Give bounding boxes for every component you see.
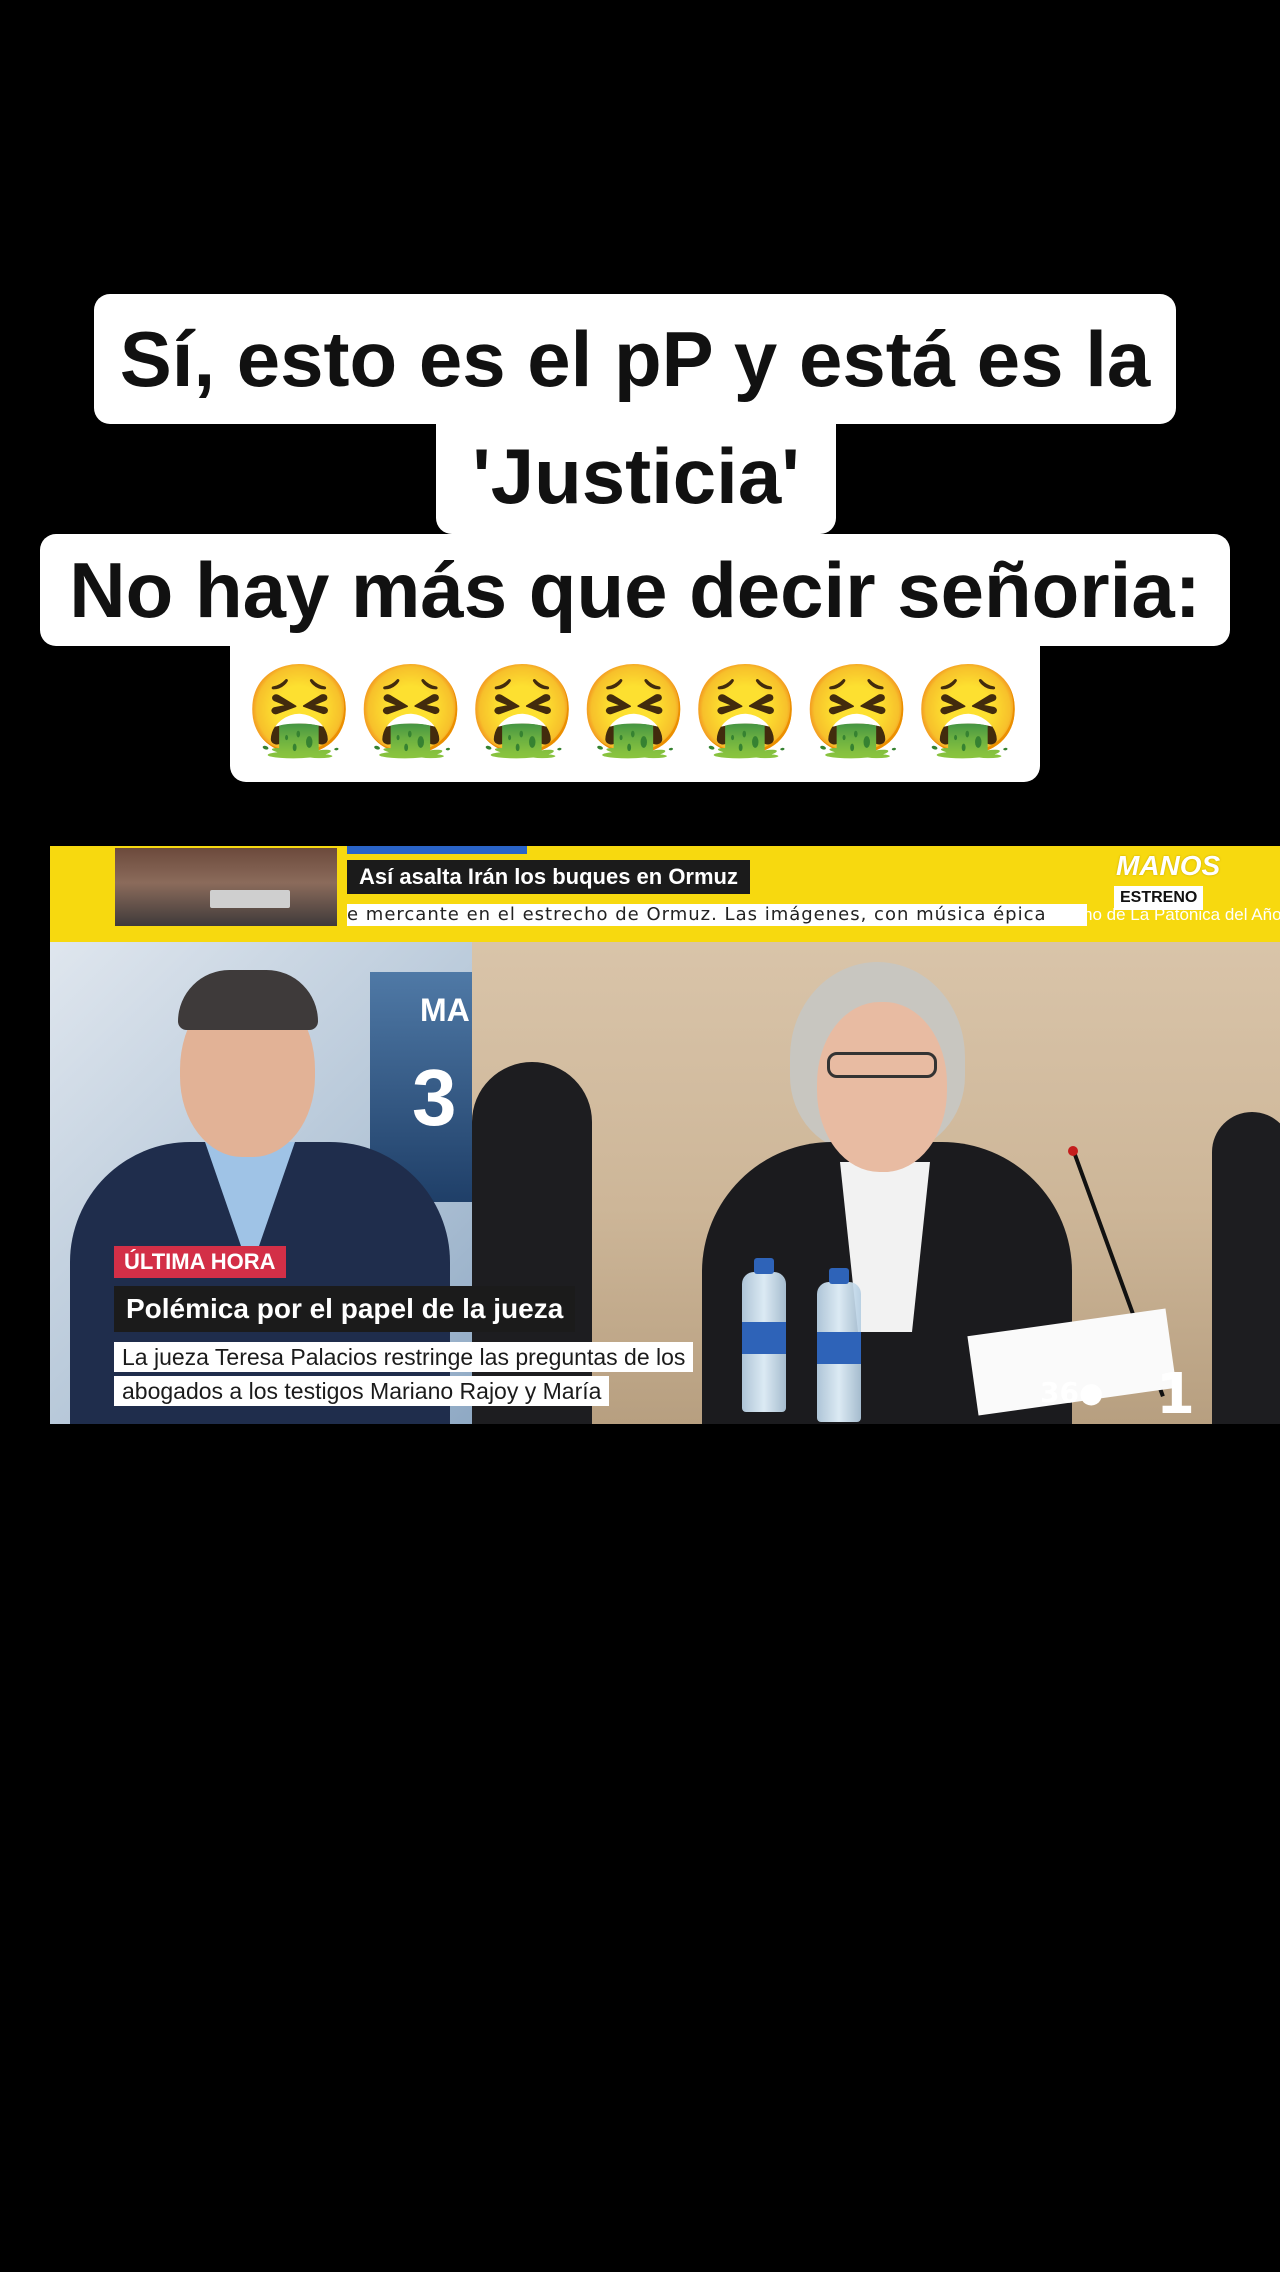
studio-screen-number: 3 xyxy=(412,1053,457,1142)
ticker-accent xyxy=(347,846,527,854)
bottle-label xyxy=(817,1332,861,1364)
show-badge: ESTRENO xyxy=(1114,886,1204,910)
caption-line-3: No hay más que decir señoria: xyxy=(40,534,1230,646)
caption-line-2: 'Justicia' xyxy=(436,424,836,534)
lower-third-title: Polémica por el papel de la jueza xyxy=(114,1286,576,1332)
bottle-cap xyxy=(754,1258,774,1274)
bottle-label xyxy=(742,1322,786,1354)
channel-logo-360: 36● xyxy=(1040,1376,1104,1409)
lower-third-subtitle-text: La jueza Teresa Palacios restringe las p… xyxy=(114,1342,694,1406)
video-frame[interactable]: Así asalta Irán los buques en Ormuz e me… xyxy=(50,846,1280,1424)
lower-third-subtitle: La jueza Teresa Palacios restringe las p… xyxy=(114,1340,726,1408)
microphone-icon xyxy=(1068,1146,1078,1156)
news-ticker-bar: Así asalta Irán los buques en Ormuz e me… xyxy=(50,846,1280,942)
ticker-thumbnail xyxy=(115,848,337,926)
presenter-hair xyxy=(178,970,318,1030)
caption-emoji-line: 🤮🤮🤮🤮🤮🤮🤮 xyxy=(230,646,1040,782)
side-person-right xyxy=(1212,1112,1280,1424)
glasses-icon xyxy=(827,1052,937,1078)
breaking-news-tag: ÚLTIMA HORA xyxy=(114,1246,286,1278)
studio-screen-text: MA xyxy=(420,992,470,1028)
water-bottle xyxy=(817,1268,861,1422)
caption-line-1: Sí, esto es el pP y está es la xyxy=(94,294,1176,424)
show-logo: MANOS xyxy=(1116,850,1221,881)
channel-logo-1: 1 xyxy=(1156,1362,1195,1424)
judge-face xyxy=(817,1002,947,1172)
ship-image xyxy=(210,890,290,908)
bottle-cap xyxy=(829,1268,849,1284)
water-bottle xyxy=(742,1258,786,1412)
ticker-headline: Así asalta Irán los buques en Ormuz xyxy=(347,860,750,894)
ticker-scroll-text: e mercante en el estrecho de Ormuz. Las … xyxy=(347,904,1087,926)
